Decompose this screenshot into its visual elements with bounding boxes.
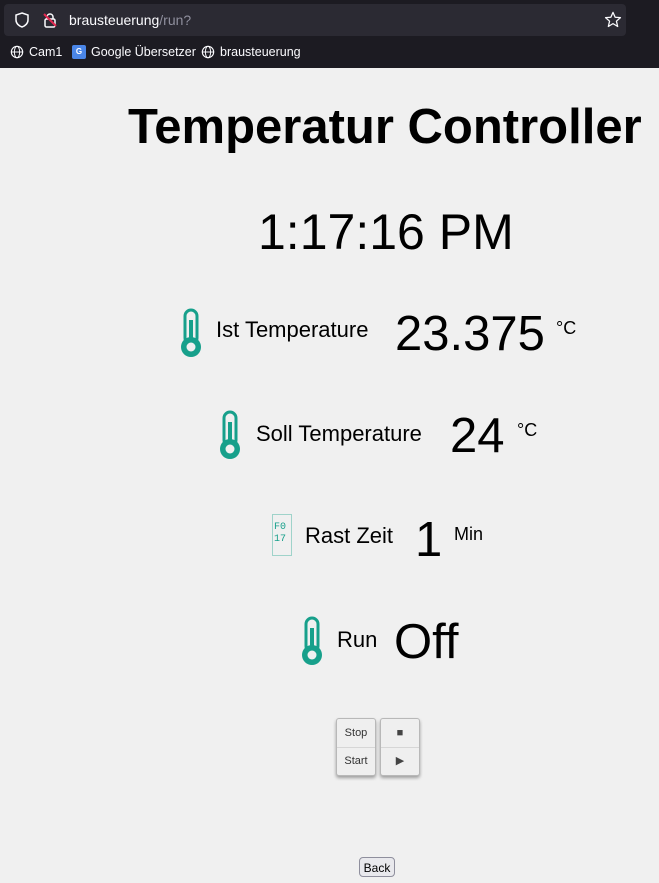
svg-text:F0: F0 bbox=[274, 522, 286, 533]
start-button[interactable]: Start bbox=[337, 747, 375, 775]
stop-icon[interactable]: ■ bbox=[381, 719, 419, 748]
globe-icon bbox=[201, 45, 215, 59]
bookmark-star-icon[interactable] bbox=[604, 11, 622, 29]
thermometer-icon bbox=[220, 410, 240, 459]
bookmark-label: brausteuerung bbox=[220, 45, 301, 59]
ist-temperature-label: Ist Temperature bbox=[216, 317, 369, 342]
url-host: brausteuerung bbox=[69, 12, 160, 28]
rast-zeit-unit: Min bbox=[454, 524, 484, 544]
play-icon[interactable]: ▶ bbox=[381, 747, 419, 775]
url-path: /run? bbox=[159, 12, 192, 28]
thermometer-icon bbox=[302, 616, 322, 665]
back-button[interactable]: Back bbox=[359, 857, 395, 877]
timer-icon: F0 17 bbox=[272, 514, 292, 556]
url-text[interactable]: brausteuerung/run? bbox=[69, 12, 191, 28]
stop-start-icon-buttons: ■ ▶ bbox=[380, 718, 420, 776]
svg-text:17: 17 bbox=[274, 534, 286, 545]
soll-temperature-value: 24 bbox=[450, 409, 505, 463]
ist-temperature-unit: °C bbox=[556, 318, 577, 338]
run-label: Run bbox=[337, 627, 378, 652]
stop-start-text-buttons: Stop Start bbox=[336, 718, 376, 776]
bookmark-label: Cam1 bbox=[29, 45, 63, 59]
bookmark-cam1[interactable]: Cam1 bbox=[10, 45, 62, 59]
bookmark-label: Google Übersetzer bbox=[91, 45, 196, 59]
run-status-value: Off bbox=[394, 615, 459, 669]
soll-temperature-label: Soll Temperature bbox=[256, 421, 422, 446]
thermometer-icon bbox=[181, 308, 201, 357]
bookmarks-bar: Cam1 G Google Übersetzer brausteuerung bbox=[0, 43, 659, 65]
soll-temperature-unit: °C bbox=[517, 420, 538, 440]
page-title: Temperatur Controller bbox=[128, 100, 642, 154]
bookmark-brausteuerung[interactable]: brausteuerung bbox=[201, 45, 301, 59]
shield-icon[interactable] bbox=[14, 12, 30, 28]
rast-zeit-label: Rast Zeit bbox=[305, 523, 394, 548]
browser-chrome: brausteuerung/run? Cam1 G Google Überset… bbox=[0, 0, 659, 68]
clock-display: 1:17:16 PM bbox=[258, 204, 514, 260]
google-translate-icon: G bbox=[72, 45, 86, 59]
rast-zeit-value: 1 bbox=[415, 513, 443, 567]
stop-button[interactable]: Stop bbox=[337, 719, 375, 748]
address-bar[interactable]: brausteuerung/run? bbox=[4, 4, 626, 36]
bookmark-google-translate[interactable]: G Google Übersetzer bbox=[72, 45, 196, 59]
ist-temperature-value: 23.375 bbox=[395, 307, 545, 361]
insecure-lock-icon[interactable] bbox=[42, 12, 58, 28]
globe-icon bbox=[10, 45, 24, 59]
